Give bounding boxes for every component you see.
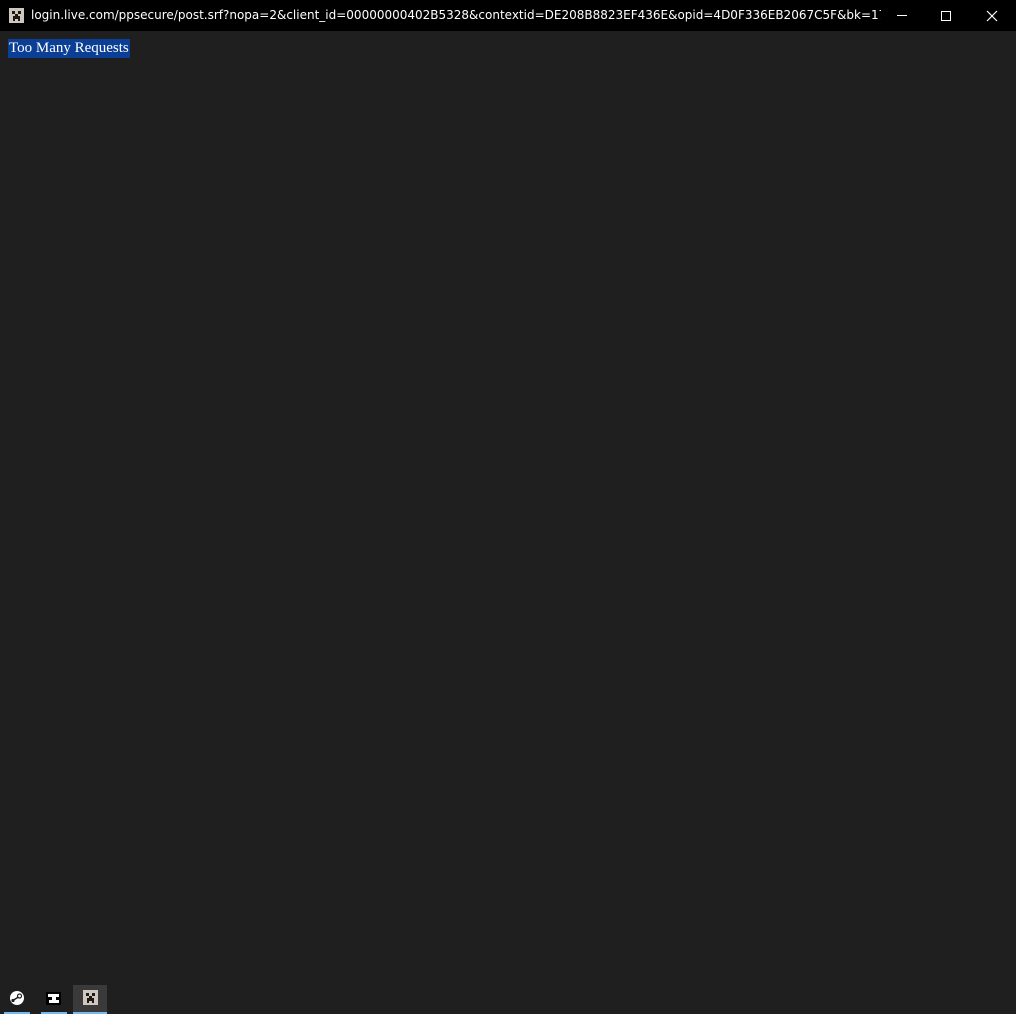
minimize-button[interactable] (879, 0, 925, 31)
title-bar[interactable]: login.live.com/ppsecure/post.srf?nopa=2&… (0, 0, 1016, 31)
taskbar-item-creeper[interactable] (73, 985, 107, 1014)
close-button[interactable] (969, 0, 1015, 31)
maximize-icon (941, 11, 951, 21)
close-icon (986, 10, 998, 22)
creeper-icon (9, 8, 24, 23)
window-title: login.live.com/ppsecure/post.srf?nopa=2&… (31, 8, 881, 22)
minimize-icon (897, 15, 907, 16)
taskbar-item-anvil[interactable] (37, 985, 71, 1014)
creeper-icon (83, 990, 98, 1005)
maximize-button[interactable] (923, 0, 969, 31)
steam-icon (10, 991, 24, 1005)
taskbar (0, 983, 1016, 1014)
anvil-icon (46, 992, 61, 1005)
taskbar-item-steam[interactable] (0, 985, 34, 1014)
error-message: Too Many Requests (8, 39, 130, 58)
browser-window: login.live.com/ppsecure/post.srf?nopa=2&… (0, 0, 1016, 1014)
page-content: Too Many Requests (0, 31, 1016, 983)
